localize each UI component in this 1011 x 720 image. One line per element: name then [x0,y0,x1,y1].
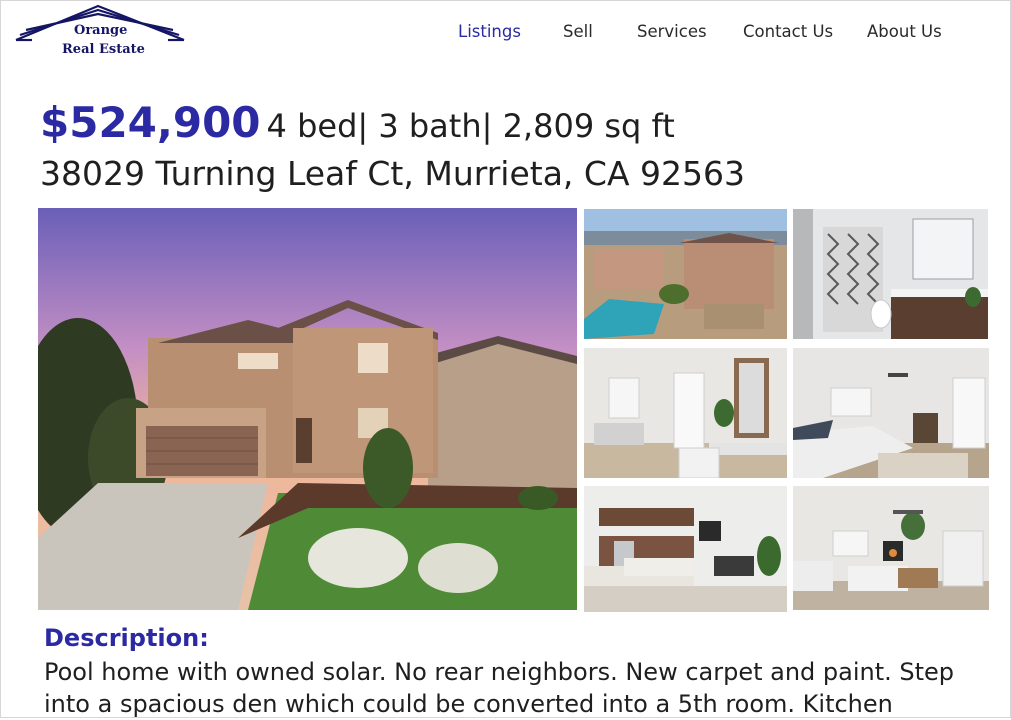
main-nav: Listings Sell Services Contact Us About … [0,22,1011,46]
photo-bathroom[interactable] [793,209,988,339]
photo-bedroom[interactable] [793,348,989,478]
photo-backyard-pool[interactable] [584,209,787,339]
description-text: Pool home with owned solar. No rear neig… [44,658,955,718]
photo-exterior-main[interactable] [38,208,577,610]
nav-listings[interactable]: Listings [458,22,521,41]
description-heading: Description: [44,624,209,652]
nav-services[interactable]: Services [637,22,707,41]
listing-price: $524,900 [40,98,261,147]
listing-summary: $524,900 4 bed| 3 bath| 2,809 sq ft [40,98,675,147]
photo-kitchen[interactable] [584,486,787,612]
nav-about-us[interactable]: About Us [867,22,942,41]
listing-address: 38029 Turning Leaf Ct, Murrieta, CA 9256… [40,154,745,193]
listing-specs: 4 bed| 3 bath| 2,809 sq ft [266,107,675,145]
photo-entry-hall[interactable] [584,348,787,478]
nav-sell[interactable]: Sell [563,22,593,41]
nav-contact-us[interactable]: Contact Us [743,22,833,41]
photo-living-room[interactable] [793,486,989,610]
